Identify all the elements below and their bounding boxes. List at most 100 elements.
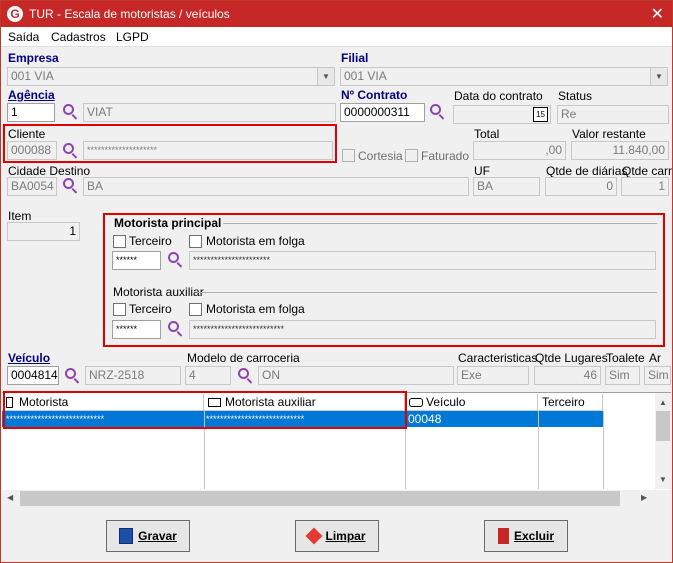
scroll-thumb[interactable]: [656, 411, 670, 441]
main-window: G TUR - Escala de motoristas / veículos …: [0, 0, 673, 563]
limpar-button[interactable]: Limpar: [295, 520, 379, 552]
principal-folga-checkbox[interactable]: [189, 235, 202, 248]
search-icon[interactable]: [237, 367, 255, 385]
table-row-veiculo[interactable]: 00048: [405, 411, 538, 427]
search-icon[interactable]: [62, 142, 80, 160]
toalete-field: Sim: [605, 366, 640, 385]
item-label: Item: [8, 209, 32, 223]
empresa-value: 001 VIA: [11, 69, 54, 83]
auxiliar-name-field: **************************: [189, 320, 656, 339]
vertical-scrollbar[interactable]: ▲ ▼: [655, 393, 671, 489]
cliente-code-field[interactable]: 000088: [7, 141, 57, 160]
qtde-diarias-label: Qtde de diárias: [546, 164, 628, 178]
filial-value: 001 VIA: [344, 69, 387, 83]
grid-divider: [538, 411, 539, 489]
cidade-destino-label: Cidade Destino: [8, 164, 91, 178]
gravar-label: Gravar: [138, 529, 177, 543]
app-logo-icon: G: [7, 6, 23, 22]
status-field: Re: [557, 105, 669, 124]
menu-saida[interactable]: Saída: [8, 30, 39, 44]
modelo-name-field: ON: [258, 366, 454, 385]
grid-highlight: [3, 391, 407, 429]
table-row-terceiro[interactable]: [538, 411, 603, 427]
auxiliar-terceiro-checkbox[interactable]: [113, 303, 126, 316]
grid-header-veiculo[interactable]: Veículo: [405, 394, 538, 411]
valor-restante-field: 11.840,00: [571, 141, 669, 160]
search-icon[interactable]: [429, 103, 447, 121]
modelo-label: Modelo de carroceria: [187, 351, 300, 365]
grid-divider: [603, 411, 604, 489]
bus-icon: [409, 398, 423, 408]
scroll-down-icon[interactable]: ▼: [659, 475, 667, 484]
chevron-down-icon[interactable]: ▼: [650, 68, 667, 85]
menu-lgpd[interactable]: LGPD: [116, 30, 149, 44]
window-title: TUR - Escala de motoristas / veículos: [29, 7, 230, 21]
excluir-button[interactable]: Excluir: [484, 520, 568, 552]
principal-terceiro-label: Terceiro: [129, 234, 172, 248]
cortesia-label: Cortesia: [358, 149, 403, 163]
caracteristicas-field: Exe: [457, 366, 529, 385]
agencia-code-input[interactable]: 1: [7, 103, 55, 122]
filial-select[interactable]: 001 VIA ▼: [340, 67, 668, 86]
total-field: ,00: [473, 141, 566, 160]
data-contrato-field[interactable]: 15: [453, 105, 551, 124]
faturado-label: Faturado: [421, 149, 470, 163]
eraser-icon: [305, 527, 323, 545]
veiculo-code-input[interactable]: 0004814: [7, 366, 59, 385]
principal-terceiro-checkbox[interactable]: [113, 235, 126, 248]
cidade-name-field: BA: [83, 177, 469, 196]
principal-name-field: **********************: [189, 251, 656, 270]
agencia-label: Agência: [8, 88, 55, 102]
qtd-lugares-field: 46: [534, 366, 601, 385]
contrato-input[interactable]: 0000000311: [340, 103, 425, 122]
horizontal-scrollbar[interactable]: ◀ ▶: [2, 490, 671, 507]
scroll-right-icon[interactable]: ▶: [641, 493, 647, 502]
grid-header-terceiro[interactable]: Terceiro: [538, 394, 603, 411]
principal-folga-label: Motorista em folga: [206, 234, 305, 248]
total-label: Total: [474, 127, 500, 141]
ar-label: Ar: [649, 351, 661, 365]
search-icon[interactable]: [62, 103, 80, 121]
faturado-checkbox[interactable]: [405, 149, 418, 162]
toalete-label: Toalete: [606, 351, 645, 365]
calendar-icon[interactable]: 15: [533, 107, 548, 122]
auxiliar-folga-checkbox[interactable]: [189, 303, 202, 316]
qtde-carro-field: 1: [621, 177, 669, 196]
data-contrato-label: Data do contrato: [454, 89, 543, 103]
gravar-button[interactable]: Gravar: [106, 520, 190, 552]
auxiliar-code-input[interactable]: ******: [112, 320, 161, 339]
menu-bar: Saída Cadastros LGPD: [1, 27, 672, 47]
search-icon[interactable]: [64, 367, 82, 385]
modelo-code-field[interactable]: 4: [185, 366, 231, 385]
empresa-select[interactable]: 001 VIA ▼: [7, 67, 335, 86]
uf-label: UF: [474, 164, 490, 178]
cliente-name-field: ********************: [83, 141, 333, 160]
cortesia-checkbox[interactable]: [342, 149, 355, 162]
scroll-up-icon[interactable]: ▲: [659, 398, 667, 407]
qtde-carro-label: Qtde carro: [622, 164, 673, 178]
veiculo-label: Veículo: [8, 351, 51, 365]
status-label: Status: [558, 89, 593, 103]
principal-code-input[interactable]: ******: [112, 251, 161, 270]
search-icon[interactable]: [167, 251, 185, 269]
qtd-lugares-label: Qtde Lugares: [535, 351, 608, 365]
close-icon[interactable]: ✕: [651, 4, 664, 24]
excluir-label: Excluir: [513, 529, 555, 543]
contrato-label: Nº Contrato: [341, 88, 408, 102]
item-field: 1: [7, 222, 80, 241]
uf-field: BA: [473, 177, 540, 196]
group-divider: [197, 292, 657, 293]
cidade-code-field[interactable]: BA0054: [7, 177, 57, 196]
menu-cadastros[interactable]: Cadastros: [51, 30, 106, 44]
scroll-thumb[interactable]: [20, 491, 620, 506]
chevron-down-icon[interactable]: ▼: [317, 68, 334, 85]
grid-header-veiculo-label: Veículo: [426, 395, 466, 409]
search-icon[interactable]: [62, 177, 80, 195]
motorista-principal-title: Motorista principal: [114, 216, 222, 230]
group-divider: [223, 223, 657, 224]
scroll-left-icon[interactable]: ◀: [7, 493, 13, 502]
empresa-label: Empresa: [8, 51, 59, 65]
filial-label: Filial: [341, 51, 369, 65]
trash-icon: [497, 527, 509, 544]
search-icon[interactable]: [167, 320, 185, 338]
